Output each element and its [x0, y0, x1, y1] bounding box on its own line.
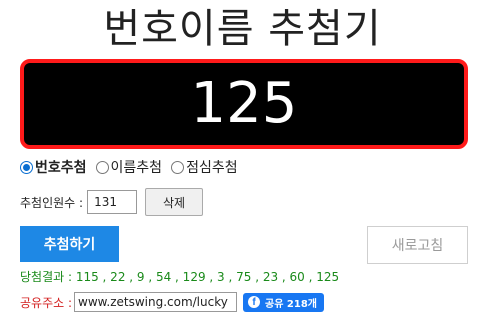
mode-label-name[interactable]: 이름추첨 — [111, 157, 163, 177]
mode-selector: 번호추첨 이름추첨 점심추첨 — [20, 157, 247, 177]
draw-result: 당첨결과 : 115 , 22 , 9 , 54 , 129 , 3 , 75 … — [20, 270, 340, 284]
page-title: 번호이름 추첨기 — [103, 6, 382, 52]
radio-name-draw[interactable] — [95, 160, 109, 174]
refresh-button[interactable]: 새로고침 — [367, 226, 468, 264]
share-url-field[interactable] — [74, 292, 238, 312]
draw-button[interactable]: 추첨하기 — [20, 226, 119, 262]
count-label: 추첨인원수 : — [20, 195, 84, 210]
mode-option-number[interactable]: 번호추첨 — [20, 157, 87, 177]
count-row: 추첨인원수 : 삭제 — [20, 188, 204, 216]
result-display: 125 — [20, 59, 468, 149]
count-input[interactable] — [87, 190, 138, 214]
mode-label-lunch[interactable]: 점심추첨 — [186, 157, 238, 177]
share-label: 공유주소 : — [20, 295, 73, 310]
mode-option-name[interactable]: 이름추첨 — [95, 157, 163, 177]
share-row: 공유주소 : f 공유 218개 — [20, 291, 324, 313]
facebook-share-label: 공유 218개 — [265, 298, 317, 310]
facebook-share-button[interactable]: f 공유 218개 — [243, 292, 324, 312]
drawn-number: 125 — [190, 71, 298, 136]
facebook-icon: f — [248, 296, 261, 308]
delete-button[interactable]: 삭제 — [145, 188, 204, 216]
radio-number-draw[interactable] — [20, 160, 33, 174]
mode-option-lunch[interactable]: 점심추첨 — [171, 157, 238, 177]
mode-label-number[interactable]: 번호추첨 — [35, 157, 87, 177]
radio-lunch-draw[interactable] — [171, 160, 185, 174]
